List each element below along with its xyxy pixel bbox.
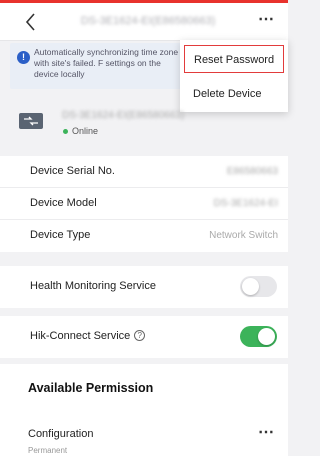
online-status-label: Online: [72, 126, 99, 136]
type-value: Network Switch: [209, 230, 278, 241]
back-button[interactable]: [22, 10, 42, 34]
health-monitoring-row: Health Monitoring Service: [0, 266, 288, 308]
permission-more-button[interactable]: ⋯: [258, 422, 274, 442]
info-icon: !: [17, 51, 30, 64]
permission-item-subtitle: Permanent: [28, 446, 68, 455]
device-name: DS-3E1624-EI(E86580663): [62, 110, 185, 121]
menu-item-reset-password[interactable]: Reset Password: [184, 45, 284, 73]
model-label: Device Model: [30, 197, 97, 209]
health-monitoring-toggle[interactable]: [240, 276, 277, 297]
permission-heading: Available Permission: [28, 381, 154, 395]
hik-connect-label: Hik-Connect Service?: [30, 330, 146, 342]
serial-label: Device Serial No.: [30, 165, 115, 177]
permission-section: [0, 364, 288, 456]
serial-value: E86580663: [226, 166, 278, 177]
info-row-serial: Device Serial No. E86580663: [0, 156, 288, 188]
hik-connect-text: Hik-Connect Service: [30, 330, 131, 342]
hik-connect-row: Hik-Connect Service?: [0, 316, 288, 358]
help-icon[interactable]: ?: [134, 330, 146, 341]
device-info-section: Device Serial No. E86580663 Device Model…: [0, 156, 288, 252]
hik-connect-toggle[interactable]: [240, 326, 277, 347]
header-bar: DS-3E1624-EI(E86580663) ⋯: [0, 3, 288, 41]
network-switch-icon: [19, 113, 43, 129]
chevron-left-icon: [25, 13, 35, 31]
model-value: DS-3E1624-EI: [213, 198, 278, 209]
banner-text: Automatically synchronizing time zone wi…: [34, 47, 179, 79]
health-monitoring-label: Health Monitoring Service: [30, 280, 156, 292]
device-card: DS-3E1624-EI(E86580663) Online: [10, 100, 288, 148]
info-row-model: Device Model DS-3E1624-EI: [0, 188, 288, 220]
page-title: DS-3E1624-EI(E86580663): [80, 15, 216, 27]
type-label: Device Type: [30, 229, 91, 241]
permission-item-title: Configuration: [28, 428, 94, 440]
info-row-type: Device Type Network Switch: [0, 220, 288, 252]
online-status-dot: [63, 129, 68, 134]
more-options-button[interactable]: ⋯: [258, 12, 282, 32]
toggle-knob: [258, 328, 275, 345]
toggle-knob: [242, 278, 259, 295]
